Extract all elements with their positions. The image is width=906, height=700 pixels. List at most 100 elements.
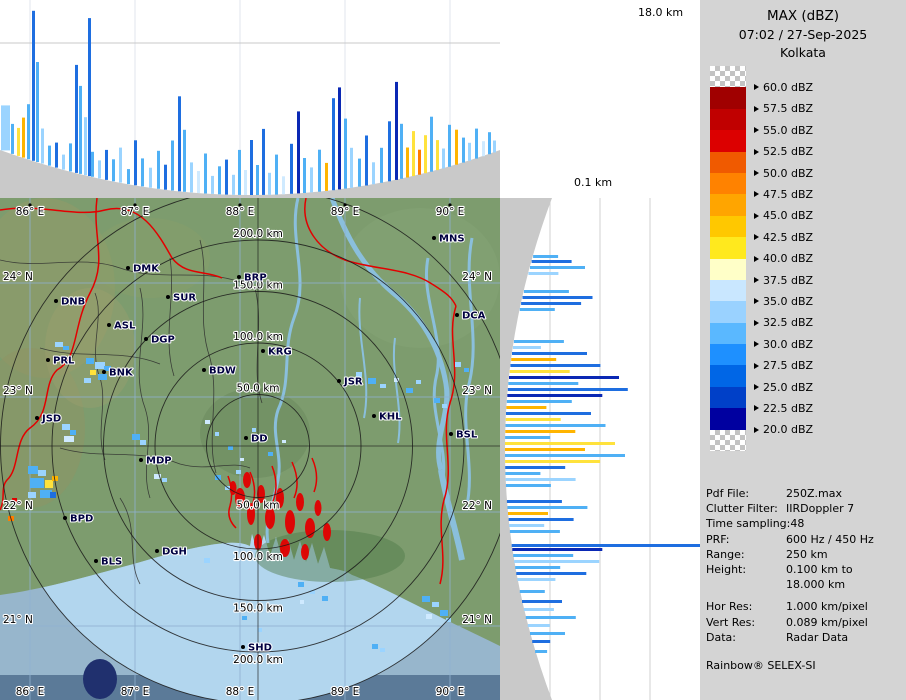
legend-entry: 57.5 dBZ bbox=[754, 101, 813, 116]
info-label: PRF: bbox=[706, 532, 730, 546]
echo-bar bbox=[178, 96, 181, 192]
echo-bar bbox=[112, 159, 115, 182]
echo-bar bbox=[318, 149, 321, 192]
software-brand: Rainbow® SELEX-SI bbox=[706, 659, 816, 673]
echo-bar bbox=[528, 272, 559, 275]
echo-bar bbox=[290, 143, 293, 194]
legend-entry: 20.0 dBZ bbox=[754, 422, 813, 437]
lat-label: 22° N bbox=[3, 500, 33, 512]
echo-bar bbox=[218, 166, 221, 195]
echo-bar bbox=[512, 346, 541, 349]
echo-bar bbox=[244, 170, 247, 195]
legend-swatch-checker bbox=[710, 429, 746, 452]
echo-bar bbox=[505, 460, 601, 463]
legend-swatch bbox=[710, 151, 746, 173]
echo-cell bbox=[86, 358, 94, 364]
echo-bar bbox=[91, 151, 94, 177]
info-value: IIRDoppler 7 bbox=[786, 502, 855, 516]
echo-bar bbox=[535, 650, 548, 653]
info-row: Pdf File: 250Z.max bbox=[706, 486, 904, 501]
legend-entry: 32.5 dBZ bbox=[754, 315, 813, 330]
legend-entry: 40.0 dBZ bbox=[754, 251, 813, 266]
echo-cell bbox=[50, 492, 56, 498]
city-label: JSD bbox=[41, 414, 61, 425]
legend-entry: 45.0 dBZ bbox=[754, 208, 813, 223]
echo-bar bbox=[380, 147, 383, 183]
echo-bar bbox=[365, 135, 368, 186]
echo-bar bbox=[303, 158, 306, 193]
legend-entry: 55.0 dBZ bbox=[754, 123, 813, 138]
echo-bar bbox=[506, 500, 562, 503]
echo-bar bbox=[511, 544, 700, 547]
city-label: BDW bbox=[209, 366, 236, 377]
echo-bar bbox=[11, 123, 14, 154]
echo-cell bbox=[236, 470, 241, 474]
legend-entry: 37.5 dBZ bbox=[754, 273, 813, 288]
city-dot bbox=[244, 436, 248, 440]
city-dot bbox=[166, 295, 170, 299]
legend-swatch bbox=[710, 108, 746, 131]
city-label: SHD bbox=[248, 643, 272, 654]
legend-entry: 50.0 dBZ bbox=[754, 166, 813, 181]
echo-bar bbox=[505, 442, 615, 445]
echo-bar bbox=[509, 376, 619, 379]
info-value: 0.089 km/pixel bbox=[786, 615, 868, 629]
product-info: Pdf File: 250Z.max Clutter Filter: IIRDoppl… bbox=[706, 486, 904, 673]
info-value: 0.100 km to bbox=[786, 563, 853, 577]
echo-bar bbox=[256, 165, 259, 195]
product-datetime: 07:02 / 27-Sep-2025 bbox=[738, 27, 868, 42]
info-row: Time sampling:48 bbox=[706, 516, 904, 531]
legend-arrow-icon bbox=[754, 170, 759, 176]
echo-bar bbox=[275, 154, 278, 195]
echo-bar bbox=[36, 62, 39, 162]
echo-bar bbox=[505, 478, 576, 481]
info-value: 600 Hz / 450 Hz bbox=[786, 532, 874, 546]
city-dot bbox=[46, 358, 50, 362]
lon-label: 89° E bbox=[331, 206, 360, 218]
lon-label: 87° E bbox=[121, 686, 150, 698]
echo-bar bbox=[530, 632, 565, 635]
info-value: 1.000 km/pixel bbox=[786, 600, 868, 614]
deep-channel bbox=[83, 659, 117, 699]
echo-bar bbox=[105, 149, 108, 180]
echo-bar bbox=[533, 255, 559, 258]
echo-bar bbox=[32, 10, 35, 161]
legend-swatch-checker bbox=[710, 66, 746, 88]
echo-bar bbox=[225, 159, 228, 195]
height-axis-max-label: 18.0 km bbox=[638, 6, 684, 19]
legend-entry: 42.5 dBZ bbox=[754, 230, 813, 245]
echo-bar bbox=[430, 116, 433, 172]
legend-arrow-icon bbox=[754, 191, 759, 198]
legend-entry: 22.5 dBZ bbox=[754, 401, 813, 416]
echo-bar bbox=[282, 176, 285, 195]
legend-entry: 52.5 dBZ bbox=[754, 144, 813, 159]
legend-arrow-icon bbox=[754, 384, 759, 390]
echo-cell bbox=[38, 470, 46, 476]
echo-bar bbox=[98, 160, 101, 179]
color-scale bbox=[710, 66, 746, 452]
legend-swatch bbox=[710, 87, 746, 109]
info-label: Time sampling:48 bbox=[706, 517, 805, 531]
echo-bar bbox=[475, 128, 478, 159]
lat-label: 21° N bbox=[462, 614, 492, 626]
legend-swatch bbox=[710, 215, 746, 238]
echo-bar bbox=[157, 150, 160, 189]
echo-cell bbox=[252, 428, 256, 432]
radar-map-svg: 50.0 km50.0 km100.0 km100.0 km150.0 km15… bbox=[0, 198, 500, 700]
city-dot bbox=[102, 370, 106, 374]
echo-cell bbox=[406, 388, 413, 393]
echo-bar bbox=[238, 149, 241, 195]
city-dot bbox=[449, 432, 453, 436]
echo-bar bbox=[517, 578, 556, 581]
echo-bar bbox=[436, 140, 439, 171]
echo-bar bbox=[297, 111, 300, 194]
city-label: DMK bbox=[133, 264, 160, 275]
legend-arrow-icon bbox=[754, 298, 759, 305]
lon-label: 87° E bbox=[121, 206, 150, 218]
info-label: Range: bbox=[706, 547, 745, 561]
legend-entry: 35.0 dBZ bbox=[754, 294, 813, 309]
legend-arrow-icon bbox=[754, 341, 759, 348]
echo-cell bbox=[62, 424, 70, 430]
city-label: DGH bbox=[162, 547, 187, 558]
echo-cell bbox=[298, 582, 304, 587]
